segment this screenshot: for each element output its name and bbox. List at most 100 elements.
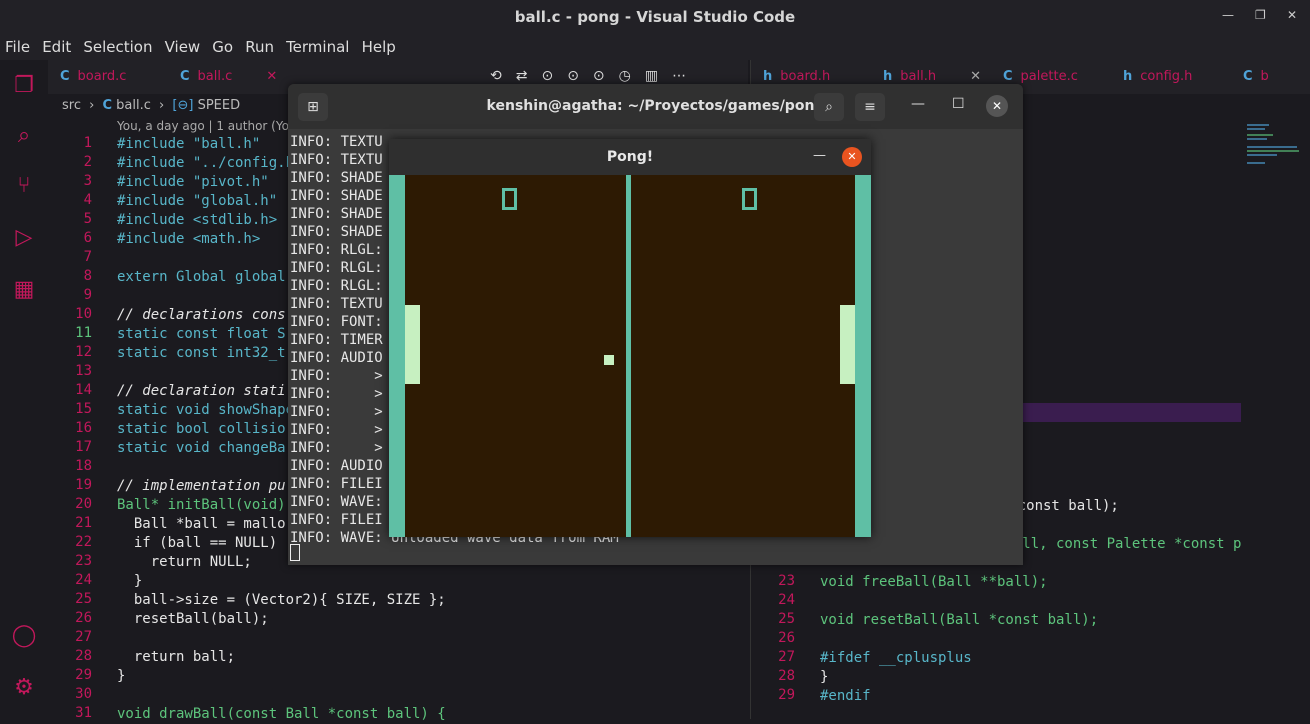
right-score-digit — [742, 188, 757, 210]
code-line[interactable]: static const float S — [117, 325, 286, 344]
code-line[interactable]: extern Global global — [117, 268, 286, 287]
explorer-icon[interactable]: ❐ — [10, 72, 38, 100]
tab-label: board.c — [77, 69, 127, 84]
minimize-icon[interactable]: — — [1222, 8, 1234, 22]
close-icon[interactable]: ✕ — [1287, 8, 1297, 22]
code-line[interactable]: void resetBall(Ball *const ball); — [820, 611, 1098, 630]
code-line[interactable]: #include "pivot.h" — [117, 173, 269, 192]
code-line[interactable]: void drawBall(const Ball *const ball) { — [117, 705, 446, 724]
code-line[interactable]: #include "../config.h" — [117, 154, 302, 173]
code-line[interactable]: // declaration stati — [117, 382, 286, 401]
left-wall — [389, 175, 405, 537]
terminal-line: INFO: > — [290, 386, 383, 402]
code-line[interactable]: } — [117, 572, 142, 591]
settings-gear-icon[interactable]: ⚙ — [10, 674, 38, 702]
code-line[interactable]: void freeBall(Ball **ball); — [820, 573, 1048, 592]
terminal-line: INFO: RLGL: — [290, 260, 383, 276]
line-number: 25 — [75, 591, 92, 607]
code-line[interactable]: resetBall(ball); — [117, 610, 269, 629]
code-line[interactable]: #include "ball.h" — [117, 135, 260, 154]
tab-ball-c[interactable]: Cball.c ✕ — [180, 60, 277, 94]
terminal-line: INFO: WAVE: — [290, 494, 383, 510]
code-line[interactable]: #ifdef __cplusplus — [820, 649, 972, 668]
breadcrumb-symbol[interactable]: SPEED — [198, 98, 241, 113]
close-tab-icon[interactable]: ✕ — [266, 69, 277, 84]
menu-help[interactable]: Help — [362, 35, 396, 60]
menu-run[interactable]: Run — [245, 35, 274, 60]
game-canvas[interactable] — [389, 175, 871, 537]
tab-b[interactable]: Cb — [1243, 60, 1269, 94]
code-line[interactable]: return ball; — [117, 648, 235, 667]
menu-go[interactable]: Go — [212, 35, 233, 60]
line-number: 2 — [83, 154, 92, 170]
menu-edit[interactable]: Edit — [42, 35, 71, 60]
close-tab-icon[interactable]: ✕ — [970, 69, 981, 84]
breadcrumb: src › C ball.c › [⊖] SPEED — [62, 98, 240, 113]
source-control-icon[interactable]: ⑂ — [10, 172, 38, 200]
terminal-line: INFO: > — [290, 422, 383, 438]
minimize-icon[interactable]: — — [911, 96, 925, 112]
line-number: 21 — [75, 515, 92, 531]
line-number: 17 — [75, 439, 92, 455]
maximize-icon[interactable]: ❐ — [1255, 8, 1266, 22]
window-titlebar: ball.c - pong - Visual Studio Code — ❐ ✕ — [0, 0, 1310, 35]
code-line[interactable]: static void showShape — [117, 401, 294, 420]
account-icon[interactable]: ◯ — [10, 622, 38, 650]
menu-file[interactable]: File — [5, 35, 30, 60]
breadcrumb-file[interactable]: ball.c — [116, 98, 151, 113]
search-icon[interactable]: ⌕ — [814, 93, 844, 121]
h-file-icon: h — [883, 69, 893, 84]
symbol-constant-icon: [⊖] — [172, 98, 194, 113]
editor-actions[interactable]: ⟲⇄⊙⊙⊙◷▥⋯ — [490, 68, 700, 84]
line-number: 22 — [75, 534, 92, 550]
terminal-line: INFO: FONT: — [290, 314, 383, 330]
code-line[interactable]: static bool collisio — [117, 420, 286, 439]
close-icon[interactable]: ✕ — [986, 95, 1008, 117]
code-line[interactable]: // declarations cons — [117, 306, 286, 325]
line-number: 12 — [75, 344, 92, 360]
tab-board-c[interactable]: Cboard.c — [60, 60, 126, 94]
search-icon[interactable]: ⌕ — [10, 122, 38, 150]
code-line[interactable]: static const int32_t — [117, 344, 286, 363]
tab-label: ball.h — [900, 69, 937, 84]
line-number: 25 — [778, 611, 795, 627]
maximize-icon[interactable]: ☐ — [952, 96, 965, 112]
pong-window[interactable]: Pong! — ✕ — [389, 139, 871, 537]
line-number: 16 — [75, 420, 92, 436]
code-line[interactable]: ball->size = (Vector2){ SIZE, SIZE }; — [117, 591, 446, 610]
menu-view[interactable]: View — [165, 35, 201, 60]
left-paddle — [405, 305, 420, 384]
code-line[interactable]: #include "global.h" — [117, 192, 277, 211]
pong-titlebar: Pong! — ✕ — [389, 139, 871, 175]
line-number: 24 — [778, 592, 795, 608]
code-line[interactable]: Ball* initBall(void) — [117, 496, 286, 515]
terminal-line: INFO: TEXTU — [290, 296, 383, 312]
breadcrumb-folder[interactable]: src — [62, 98, 81, 113]
minimap[interactable] — [1241, 122, 1310, 242]
code-line[interactable]: } — [117, 667, 125, 686]
code-line[interactable]: Ball *ball = mallo — [117, 515, 286, 534]
code-line[interactable]: #include <stdlib.h> — [117, 211, 277, 230]
left-score-digit — [502, 188, 517, 210]
terminal-line: INFO: RLGL: — [290, 278, 383, 294]
code-line[interactable]: } — [820, 668, 828, 687]
code-line[interactable]: #include <math.h> — [117, 230, 260, 249]
minimize-icon[interactable]: — — [813, 148, 826, 163]
c-file-icon: C — [180, 69, 190, 84]
menu-terminal[interactable]: Terminal — [286, 35, 349, 60]
code-line[interactable]: #endif — [820, 687, 871, 706]
line-number: 5 — [83, 211, 92, 227]
c-file-icon: C — [102, 98, 113, 113]
code-line[interactable]: // implementation pu — [117, 477, 286, 496]
hamburger-menu-icon[interactable]: ≡ — [855, 93, 885, 121]
close-icon[interactable]: ✕ — [842, 147, 862, 167]
terminal-line: INFO: > — [290, 404, 383, 420]
menu-selection[interactable]: Selection — [83, 35, 152, 60]
line-number: 10 — [75, 306, 92, 322]
code-line[interactable]: if (ball == NULL) — [117, 534, 277, 553]
run-debug-icon[interactable]: ▷ — [10, 224, 38, 252]
code-line[interactable]: return NULL; — [117, 553, 252, 572]
extensions-icon[interactable]: ▦ — [10, 276, 38, 304]
code-line[interactable]: static void changeBa — [117, 439, 286, 458]
tab-config-h[interactable]: h config.h — [1123, 60, 1192, 94]
